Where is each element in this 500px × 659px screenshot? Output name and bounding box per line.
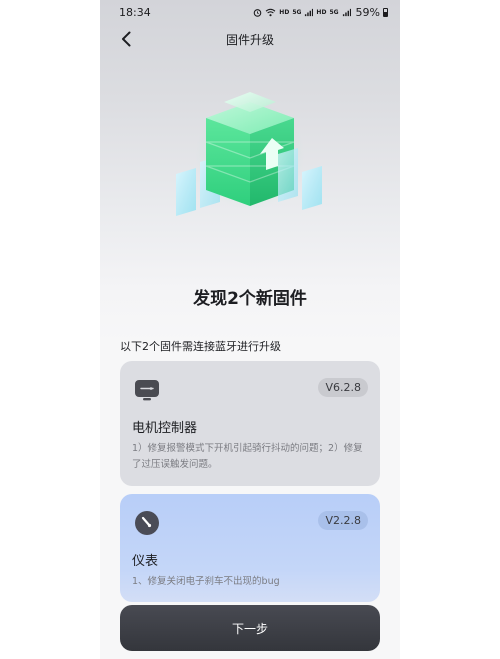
next-button[interactable]: 下一步 [120, 605, 380, 651]
headline: 发现2个新固件 [193, 289, 307, 309]
firmware-name: 仪表 [132, 554, 159, 569]
version-badge: V2.2.8 [318, 511, 368, 530]
status-time: 18:34 [119, 6, 151, 19]
gauge-icon [135, 511, 159, 535]
signal-icon [305, 8, 314, 17]
firmware-description: 1、修复关闭电子刹车不出现的bug [132, 576, 280, 587]
version-badge: V6.2.8 [318, 378, 368, 397]
status-icons: HD 5G HD 5G 59% [253, 6, 388, 19]
firmware-card-instrument[interactable]: V2.2.8 仪表 1、修复关闭电子刹车不出现的bug [120, 494, 380, 602]
firmware-card-motor-controller[interactable]: V6.2.8 电机控制器 1）修复报警模式下开机引起骑行抖动的问题；2）修复了过… [120, 361, 380, 486]
wifi-icon [265, 8, 276, 17]
phone-screen: 18:34 HD 5G HD 5G 59% 固件升级 发现2个新固件 以下2个固… [100, 0, 400, 659]
right-margin [400, 0, 500, 659]
network-label: 5G [292, 9, 302, 16]
status-bar: 18:34 HD 5G HD 5G 59% [100, 0, 400, 24]
alarm-icon [254, 9, 262, 17]
subtitle: 以下2个固件需连接蓝牙进行升级 [120, 340, 281, 353]
battery-percent: 59% [355, 6, 380, 19]
network-label: 5G [329, 9, 339, 16]
firmware-upgrade-cube-icon [176, 92, 322, 216]
battery-icon [383, 8, 388, 17]
left-margin [0, 0, 100, 659]
signal-icon [342, 8, 351, 17]
network-label: HD [316, 9, 327, 16]
monitor-icon [135, 380, 159, 401]
firmware-description: 1）修复报警模式下开机引起骑行抖动的问题；2）修复了过压误触发问题。 [132, 443, 363, 470]
page-title: 固件升级 [225, 33, 274, 47]
nav-bar: 固件升级 [100, 26, 400, 52]
network-label: HD [279, 9, 290, 16]
firmware-name: 电机控制器 [132, 421, 198, 436]
